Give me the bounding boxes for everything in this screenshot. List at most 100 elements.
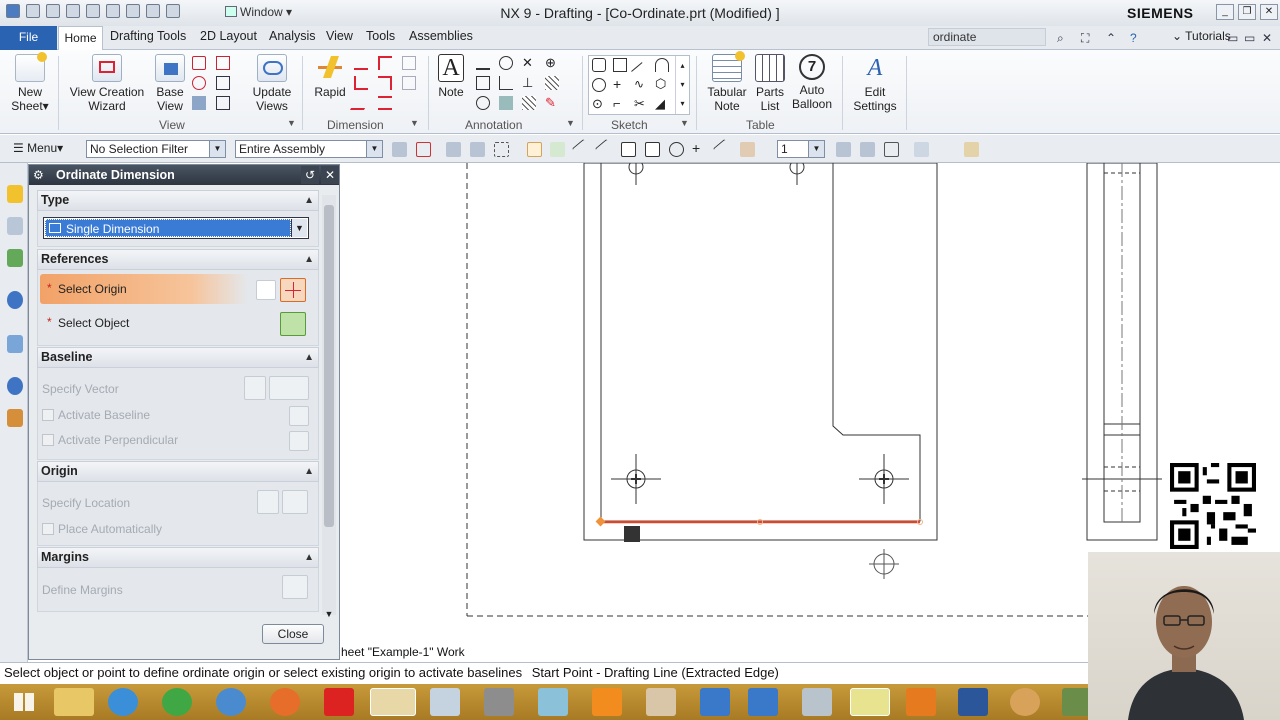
roles-icon[interactable] — [7, 409, 23, 427]
feature-control-frame-icon[interactable] — [476, 56, 490, 70]
arc-length-dimension-icon[interactable] — [378, 96, 392, 110]
tab-tools[interactable]: Tools — [366, 29, 395, 43]
rectangle-icon[interactable] — [613, 58, 627, 72]
tab-home[interactable]: Home — [58, 26, 103, 51]
reuse-library-icon[interactable] — [7, 249, 23, 267]
arc-icon[interactable] — [655, 58, 669, 72]
word-icon[interactable] — [958, 688, 988, 716]
app-taskbar-icon[interactable] — [538, 688, 568, 716]
type-filter-icon[interactable] — [416, 142, 431, 157]
scrollbar-thumb[interactable] — [324, 205, 334, 527]
app-taskbar-icon[interactable] — [646, 688, 676, 716]
area-fill-icon[interactable] — [545, 76, 559, 90]
surface-finish-icon[interactable] — [499, 76, 513, 90]
references-section-header[interactable]: References ▲ — [37, 249, 319, 270]
close-button[interactable]: Close — [262, 624, 324, 644]
detail-view-icon[interactable] — [192, 76, 206, 90]
quadrant-snap-icon[interactable] — [740, 142, 755, 157]
assembly-navigator-icon[interactable] — [7, 217, 23, 235]
rapid-dimension-button[interactable]: Rapid — [310, 54, 350, 99]
crosshatch-icon[interactable] — [522, 96, 536, 110]
gear-icon[interactable]: ⚙ — [33, 168, 44, 182]
app-taskbar-icon[interactable] — [748, 688, 778, 716]
symbol-icon[interactable]: ✎ — [545, 96, 559, 110]
clock-icon[interactable] — [7, 377, 23, 395]
chamfer-icon[interactable]: ◢ — [655, 97, 669, 112]
thickness-dimension-icon[interactable] — [378, 76, 392, 90]
update-views-button[interactable]: Update Views — [250, 54, 294, 113]
tab-analysis[interactable]: Analysis — [269, 29, 316, 43]
type-section-header[interactable]: Type ▲ — [37, 190, 319, 211]
section-view-icon[interactable] — [192, 96, 206, 110]
render-style-icon[interactable] — [884, 142, 899, 157]
deselect-all-icon[interactable] — [470, 142, 485, 157]
mid-point-snap-icon[interactable] — [594, 138, 617, 161]
group-dimension-more-icon[interactable]: ▼ — [410, 118, 419, 128]
break-view-icon[interactable] — [216, 56, 230, 70]
file-explorer-icon[interactable] — [54, 688, 94, 716]
app-taskbar-icon[interactable] — [430, 688, 460, 716]
rectangle-select-icon[interactable] — [494, 142, 509, 157]
group-view-more-icon[interactable]: ▼ — [287, 118, 296, 128]
centerline-icon[interactable]: ✕ — [522, 56, 536, 70]
work-layer-select[interactable]: 1 ▼ — [777, 140, 825, 158]
select-all-icon[interactable] — [446, 142, 461, 157]
view-creation-wizard-button[interactable]: View Creation Wizard — [66, 54, 148, 113]
end-point-snap-icon[interactable] — [571, 138, 594, 161]
firefox-icon[interactable] — [270, 688, 300, 716]
angular-dimension-icon[interactable] — [349, 96, 373, 110]
perpendicular-icon[interactable] — [289, 431, 309, 451]
windows-start-icon[interactable] — [4, 688, 44, 716]
tab-2d-layout[interactable]: 2D Layout — [200, 29, 257, 43]
utorrent-icon[interactable] — [162, 688, 192, 716]
datum-target-icon[interactable] — [499, 56, 513, 70]
reset-icon[interactable]: ↺ — [301, 166, 319, 184]
app-taskbar-icon[interactable] — [850, 688, 890, 716]
menu-button[interactable]: ☰ Menu▾ — [13, 141, 63, 155]
app-taskbar-icon[interactable] — [484, 688, 514, 716]
chamfer-dimension-icon[interactable] — [378, 56, 392, 70]
location-point-icon[interactable] — [282, 490, 308, 514]
tutorials-menu[interactable]: ⌄ Tutorials — [1172, 29, 1231, 43]
margins-icon[interactable] — [282, 575, 308, 599]
network-icon[interactable] — [216, 688, 246, 716]
snap-enable-icon[interactable] — [550, 142, 565, 157]
place-automatically-checkbox[interactable]: Place Automatically — [42, 522, 162, 536]
snap-point-toggle-icon[interactable] — [527, 142, 542, 157]
point-icon[interactable]: + — [613, 77, 627, 92]
minimize-ribbon-icon[interactable]: ⌃ — [1106, 31, 1120, 45]
perimeter-dimension-icon[interactable] — [402, 56, 416, 70]
origin-section-header[interactable]: Origin ▲ — [37, 461, 319, 482]
vector-dialog-icon[interactable] — [244, 376, 266, 400]
chevron-down-icon[interactable]: ▼ — [291, 219, 307, 237]
close-window-button[interactable]: ✕ — [1260, 4, 1278, 20]
baseline-section-header[interactable]: Baseline ▲ — [37, 347, 319, 368]
zoom-icon[interactable] — [860, 142, 875, 157]
ellipse-icon[interactable]: ⊙ — [592, 97, 606, 112]
ribbon-restore-icon[interactable]: ▭ — [1244, 31, 1258, 45]
file-tab[interactable]: File — [0, 26, 57, 50]
studio-spline-icon[interactable]: ∿ — [634, 78, 648, 92]
view-style-icon[interactable] — [216, 96, 230, 110]
fillet-icon[interactable]: ⌐ — [613, 97, 627, 112]
view-boundary-icon[interactable] — [216, 76, 230, 90]
parts-list-button[interactable]: Parts List — [754, 54, 786, 113]
base-view-button[interactable]: Base View — [152, 54, 188, 113]
projected-view-icon[interactable] — [192, 56, 206, 70]
part-navigator-icon[interactable] — [7, 185, 23, 203]
display-sheet-icon[interactable] — [964, 142, 979, 157]
command-search-input[interactable]: ordinate — [928, 28, 1046, 46]
history-icon[interactable] — [7, 335, 23, 353]
circle-icon[interactable] — [592, 78, 606, 92]
web-browser-icon[interactable] — [7, 291, 23, 309]
location-dialog-icon[interactable] — [257, 490, 279, 514]
selection-filter-select[interactable]: No Selection Filter ▼ — [86, 140, 226, 158]
trim-icon[interactable]: ✂ — [634, 97, 648, 112]
new-sheet-button[interactable]: New Sheet▾ — [8, 52, 52, 113]
close-icon[interactable]: ✕ — [321, 166, 339, 184]
group-sketch-more-icon[interactable]: ▼ — [680, 118, 689, 128]
tab-drafting-tools[interactable]: Drafting Tools — [110, 29, 186, 43]
polygon-icon[interactable]: ⬡ — [655, 77, 669, 92]
calculator-icon[interactable] — [802, 688, 832, 716]
group-annotation-more-icon[interactable]: ▼ — [566, 118, 575, 128]
